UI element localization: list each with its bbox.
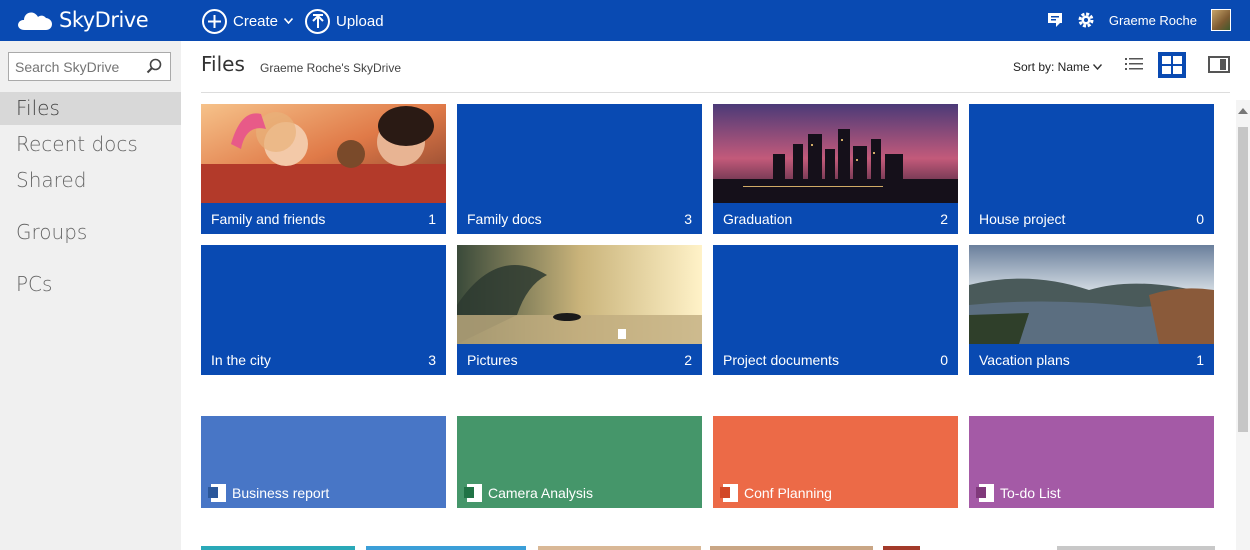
- folder-tile[interactable]: Family docs 3: [457, 104, 702, 234]
- folder-name: Pictures: [467, 351, 518, 368]
- folder-tile[interactable]: Graduation 2: [713, 104, 958, 234]
- sort-label: Sort by: Name: [1013, 60, 1090, 74]
- skydrive-logo[interactable]: SkyDrive: [17, 8, 149, 32]
- thumbnail-view-icon[interactable]: [1158, 52, 1186, 78]
- document-tile[interactable]: Conf Planning: [713, 416, 958, 508]
- document-caption: Business report: [208, 484, 330, 502]
- folder-tile[interactable]: Project documents 0: [713, 245, 958, 375]
- page-title: Files: [201, 52, 245, 76]
- sidebar-item-files[interactable]: Files: [0, 92, 181, 125]
- document-name: Camera Analysis: [488, 485, 594, 501]
- partial-tile[interactable]: [366, 546, 526, 550]
- folder-name: Project documents: [723, 351, 839, 368]
- upload-icon: [305, 8, 330, 34]
- folder-caption: Graduation 2: [713, 203, 958, 234]
- search-icon[interactable]: [146, 58, 162, 74]
- breadcrumb[interactable]: Graeme Roche's SkyDrive: [260, 61, 401, 75]
- document-name: To-do List: [1000, 485, 1061, 501]
- upload-label: Upload: [336, 12, 384, 30]
- folder-tile[interactable]: Family and friends 1: [201, 104, 446, 234]
- scroll-up-arrow-icon[interactable]: [1238, 108, 1248, 114]
- folder-photo: [457, 245, 702, 344]
- user-area: Graeme Roche: [1047, 9, 1231, 31]
- scrollbar-thumb[interactable]: [1238, 127, 1248, 432]
- folder-count: 3: [428, 351, 436, 368]
- powerpoint-file-icon: [720, 484, 738, 502]
- folder-name: Family and friends: [211, 210, 326, 227]
- chevron-down-icon: [1092, 64, 1102, 70]
- upload-button[interactable]: Upload: [305, 8, 384, 34]
- partial-tile[interactable]: [883, 546, 920, 550]
- folder-tile[interactable]: House project 0: [969, 104, 1214, 234]
- folder-count: 1: [428, 210, 436, 227]
- folder-photo: [201, 104, 446, 203]
- document-tile[interactable]: To-do List: [969, 416, 1214, 508]
- folder-photo: [713, 104, 958, 203]
- sidebar-item-shared[interactable]: Shared: [0, 164, 181, 197]
- plus-icon: [202, 8, 227, 34]
- app-name: SkyDrive: [59, 8, 149, 32]
- partial-tile[interactable]: [201, 546, 355, 550]
- folder-name: Vacation plans: [979, 351, 1070, 368]
- folder-caption: Vacation plans 1: [969, 344, 1214, 375]
- top-bar: SkyDrive Create Upload Graeme Roche: [0, 0, 1250, 41]
- user-name[interactable]: Graeme Roche: [1109, 13, 1197, 28]
- folder-name: In the city: [211, 351, 271, 368]
- folder-tile[interactable]: Vacation plans 1: [969, 245, 1214, 375]
- folder-caption: Pictures 2: [457, 344, 702, 375]
- gear-icon[interactable]: [1077, 11, 1095, 29]
- search-input[interactable]: [9, 54, 137, 79]
- list-view-icon[interactable]: [1124, 55, 1144, 75]
- word-file-icon: [208, 484, 226, 502]
- partial-tile[interactable]: [710, 546, 873, 550]
- folder-count: 0: [1196, 210, 1204, 227]
- folder-caption: Project documents 0: [713, 344, 958, 375]
- document-name: Conf Planning: [744, 485, 832, 501]
- folder-caption: Family and friends 1: [201, 203, 446, 234]
- onenote-file-icon: [976, 484, 994, 502]
- sidebar: Files Recent docs Shared Groups PCs: [0, 41, 181, 550]
- document-caption: Conf Planning: [720, 484, 832, 502]
- create-label: Create: [233, 12, 279, 30]
- folder-caption: Family docs 3: [457, 203, 702, 234]
- sort-dropdown[interactable]: Sort by: Name: [1013, 60, 1102, 74]
- sidebar-item-pcs[interactable]: PCs: [0, 268, 181, 301]
- folder-count: 0: [940, 351, 948, 368]
- folder-caption: In the city 3: [201, 344, 446, 375]
- document-tile[interactable]: Business report: [201, 416, 446, 508]
- details-pane-icon[interactable]: [1208, 56, 1230, 73]
- avatar[interactable]: [1211, 9, 1231, 31]
- chevron-down-icon: [284, 18, 294, 24]
- folder-tile[interactable]: In the city 3: [201, 245, 446, 375]
- cloud-icon: [18, 12, 52, 30]
- folder-count: 1: [1196, 351, 1204, 368]
- divider: [201, 92, 1230, 93]
- folder-count: 3: [684, 210, 692, 227]
- folder-photo: [969, 245, 1214, 344]
- document-caption: To-do List: [976, 484, 1061, 502]
- folder-tile[interactable]: Pictures 2: [457, 245, 702, 375]
- folder-name: Family docs: [467, 210, 542, 227]
- folder-count: 2: [940, 210, 948, 227]
- document-name: Business report: [232, 485, 330, 501]
- excel-file-icon: [464, 484, 482, 502]
- vertical-scrollbar[interactable]: [1236, 100, 1250, 550]
- folder-count: 2: [684, 351, 692, 368]
- sidebar-item-recent-docs[interactable]: Recent docs: [0, 128, 181, 161]
- document-tile[interactable]: Camera Analysis: [457, 416, 702, 508]
- document-caption: Camera Analysis: [464, 484, 594, 502]
- sidebar-item-groups[interactable]: Groups: [0, 216, 181, 249]
- feedback-icon[interactable]: [1047, 12, 1063, 28]
- search-box: [8, 52, 171, 81]
- create-button[interactable]: Create: [202, 8, 294, 34]
- partial-tile[interactable]: [1057, 546, 1215, 550]
- folder-name: House project: [979, 210, 1066, 227]
- folder-caption: House project 0: [969, 203, 1214, 234]
- partial-tile[interactable]: [538, 546, 701, 550]
- folder-name: Graduation: [723, 210, 793, 227]
